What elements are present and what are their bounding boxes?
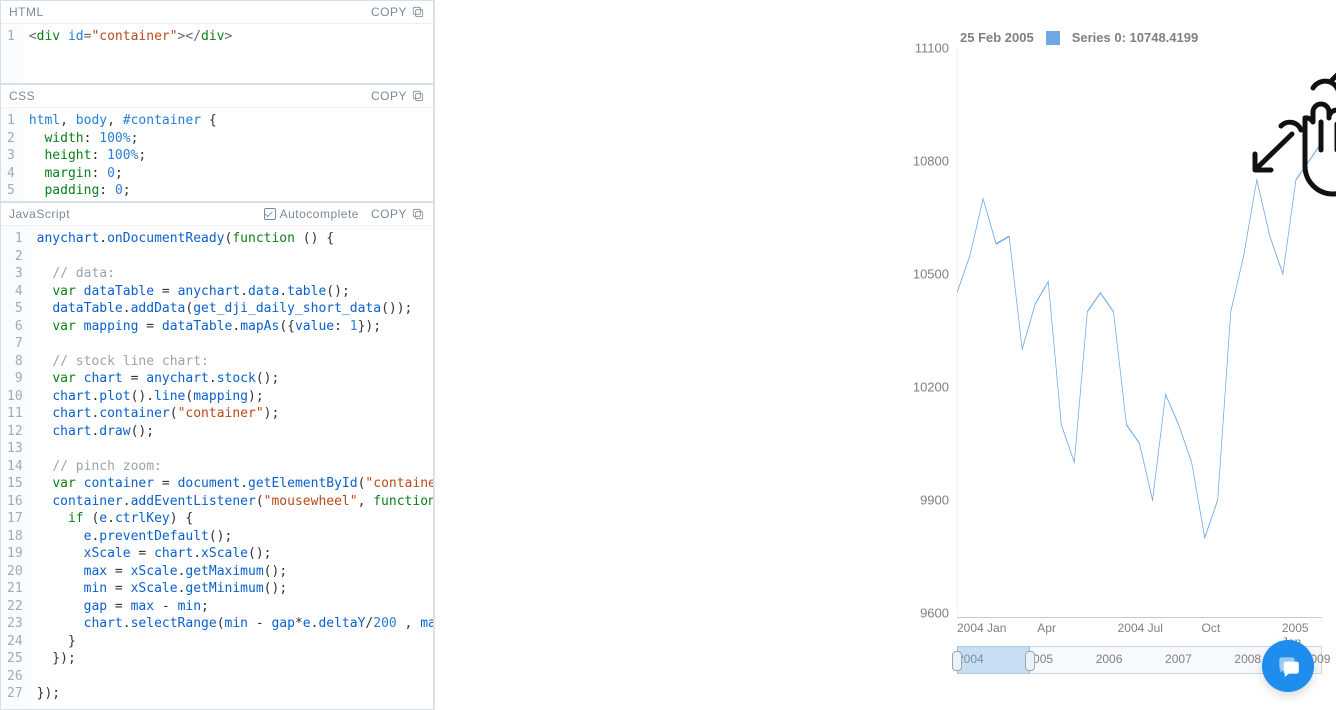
copy-icon — [411, 5, 425, 19]
copy-label: COPY — [371, 89, 407, 103]
y-axis: 9600990010200105001080011100 — [895, 48, 953, 613]
scroller-year-label: 2007 — [1165, 652, 1192, 666]
css-code-area[interactable]: 1 2 3 4 5 html, body, #container { width… — [1, 108, 433, 201]
y-tick: 10800 — [913, 154, 949, 169]
y-tick: 9900 — [920, 493, 949, 508]
copy-icon — [411, 89, 425, 103]
chat-icon — [1275, 653, 1301, 679]
x-tick: 2004 Jul — [1118, 621, 1163, 635]
scroller-year-label: 2006 — [1096, 652, 1123, 666]
y-tick: 10500 — [913, 267, 949, 282]
gutter: 1 2 3 4 5 — [1, 108, 23, 201]
chat-support-button[interactable] — [1262, 640, 1314, 692]
series-color-swatch — [1046, 31, 1060, 45]
copy-js-button[interactable]: COPY — [371, 207, 425, 221]
tooltip-date: 25 Feb 2005 — [960, 30, 1034, 45]
scroller-handle-right[interactable] — [1025, 648, 1035, 674]
pinch-zoom-icon — [1247, 40, 1336, 200]
js-pane-header: JavaScript Autocomplete COPY — [1, 203, 433, 226]
code-text: <div id="container"></div> — [23, 24, 241, 83]
gutter: 1 2 3 4 5 6 7 8 9 10 11 12 13 14 15 16 1… — [1, 226, 31, 709]
gutter: 1 — [1, 24, 23, 83]
autocomplete-label: Autocomplete — [280, 207, 359, 221]
scroller-year-label: 2008 — [1234, 652, 1261, 666]
scroller-handle-left[interactable] — [952, 648, 962, 674]
javascript-pane: JavaScript Autocomplete COPY 1 2 3 4 5 6… — [0, 202, 434, 710]
copy-html-button[interactable]: COPY — [371, 5, 425, 19]
copy-label: COPY — [371, 207, 407, 221]
html-code-area[interactable]: 1 <div id="container"></div> — [1, 24, 433, 83]
css-pane-header: CSS COPY — [1, 85, 433, 108]
html-pane-title: HTML — [9, 5, 44, 19]
copy-css-button[interactable]: COPY — [371, 89, 425, 103]
chart-tooltip-header: 25 Feb 2005 Series 0: 10748.4199 — [960, 30, 1198, 45]
x-tick: Oct — [1202, 621, 1221, 635]
html-pane: HTML COPY 1 <div id="container"></div> — [0, 0, 434, 84]
autocomplete-toggle[interactable]: Autocomplete — [264, 207, 359, 221]
checkbox-icon — [264, 208, 276, 220]
code-text: anychart.onDocumentReady(function () { /… — [31, 226, 433, 709]
copy-icon — [411, 207, 425, 221]
copy-label: COPY — [371, 5, 407, 19]
chart-panel: 25 Feb 2005 Series 0: 10748.4199 9600 990… — [435, 0, 1336, 710]
code-editor-panel: HTML COPY 1 <div id="container"></div> C… — [0, 0, 435, 710]
y-tick: 9600 — [920, 606, 949, 621]
x-tick: 2004 Jan — [957, 621, 1006, 635]
css-pane-title: CSS — [9, 89, 35, 103]
x-tick: Apr — [1037, 621, 1056, 635]
x-axis: 2004 JanApr2004 JulOct2005 Jan — [957, 617, 1322, 637]
y-tick: 10200 — [913, 380, 949, 395]
js-pane-title: JavaScript — [9, 207, 70, 221]
html-pane-header: HTML COPY — [1, 1, 433, 24]
y-tick: 11100 — [915, 41, 949, 56]
code-text: html, body, #container { width: 100%; he… — [23, 108, 225, 201]
js-code-area[interactable]: 1 2 3 4 5 6 7 8 9 10 11 12 13 14 15 16 1… — [1, 226, 433, 709]
scroller-selection[interactable] — [957, 646, 1030, 674]
tooltip-series-value: Series 0: 10748.4199 — [1072, 30, 1199, 45]
css-pane: CSS COPY 1 2 3 4 5 html, body, #containe… — [0, 84, 434, 202]
